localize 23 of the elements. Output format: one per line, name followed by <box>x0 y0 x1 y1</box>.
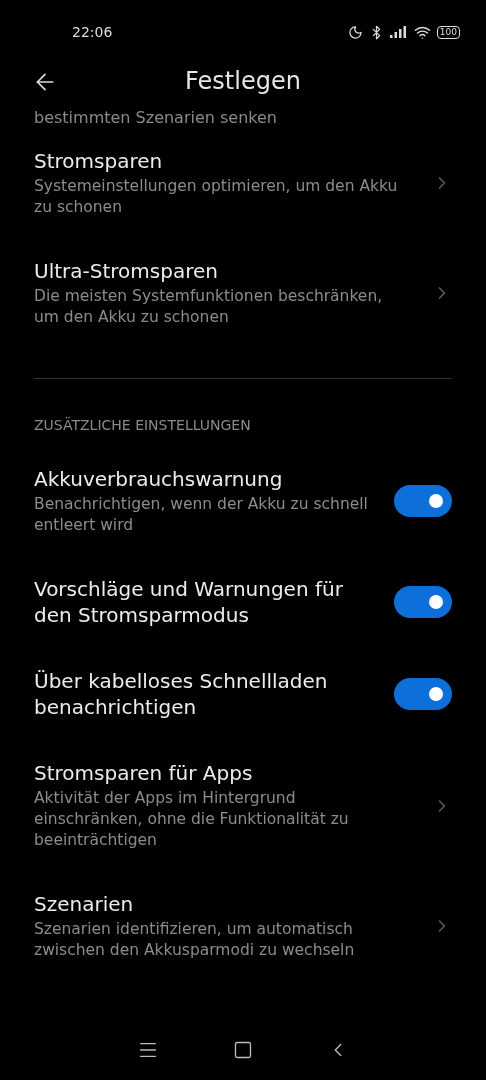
setting-title[interactable]: Stromsparen <box>34 148 420 174</box>
home-icon[interactable] <box>233 1040 253 1060</box>
setting-title[interactable]: Ultra-Stromsparen <box>34 258 420 284</box>
setting-title[interactable]: Akkuverbrauchswarnung <box>34 466 382 492</box>
toggle-switch[interactable] <box>394 678 452 710</box>
setting-description: Die meisten Systemfunktionen beschränken, um den Akku zu schonen <box>34 286 384 328</box>
page-title: Festlegen <box>185 67 301 95</box>
status-time: 22:06 <box>72 24 113 40</box>
item-description: bestimmten Szenarien senken <box>33 107 278 128</box>
setting-title[interactable]: Über kabelloses Schnellladen benachrichtigen <box>34 668 382 720</box>
toggle-switch[interactable] <box>394 485 452 517</box>
toggle-switch[interactable] <box>394 586 452 618</box>
setting-description: Szenarien identifizieren, um automatisch zwischen den Akkusparmodi zu wechseln <box>34 919 356 961</box>
signal-icon <box>389 26 408 38</box>
setting-title[interactable]: Stromsparen für Apps <box>34 760 420 786</box>
section-heading: ZUSÄTZLICHE EINSTELLUNGEN <box>33 416 252 435</box>
setting-title[interactable]: Vorschläge und Warnungen für den Stromsparmodus <box>34 576 382 628</box>
battery-level: 100 <box>436 25 460 39</box>
setting-description: Systemeinstellungen optimieren, um den Akku zu schonen <box>34 176 399 218</box>
moon-icon <box>347 24 363 40</box>
setting-description: Benachrichtigen, wenn der Akku zu schnell entleert wird <box>34 494 369 536</box>
setting-description: Aktivität der Apps im Hintergrund einschränken, ohne die Funktionalität zu beeinträchtigen <box>34 788 350 851</box>
setting-title[interactable]: Szenarien <box>34 891 420 917</box>
